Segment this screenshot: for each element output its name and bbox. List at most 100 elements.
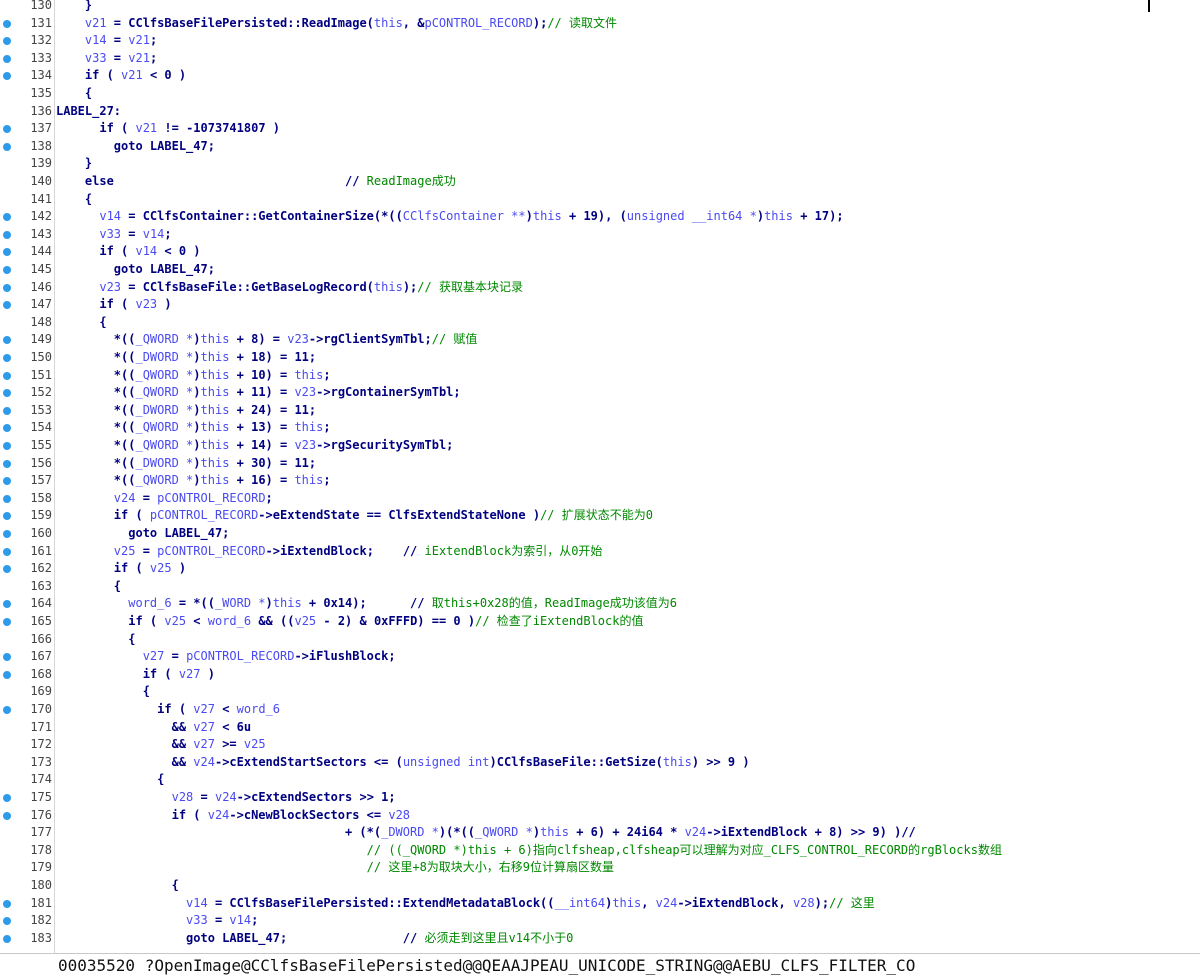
code-line[interactable]: 133 v33 = v21; [0, 50, 1200, 68]
code-line[interactable]: 149 *((_QWORD *)this + 8) = v23->rgClien… [0, 331, 1200, 349]
code-line[interactable]: 152 *((_QWORD *)this + 11) = v23->rgCont… [0, 384, 1200, 402]
breakpoint-dot-icon[interactable] [3, 424, 11, 433]
code-line[interactable]: 166 { [0, 631, 1200, 649]
breakpoint-dot-icon[interactable] [3, 248, 11, 257]
code-text: { [56, 578, 121, 596]
breakpoint-dot-icon[interactable] [3, 653, 11, 662]
line-number: 153 [30, 402, 52, 417]
breakpoint-dot-icon[interactable] [3, 230, 11, 239]
code-line[interactable]: 142 v14 = CClfsContainer::GetContainerSi… [0, 208, 1200, 226]
code-line[interactable]: 140 else // ReadImage成功 [0, 173, 1200, 191]
code-line[interactable]: 150 *((_DWORD *)this + 18) = 11; [0, 349, 1200, 367]
code-line[interactable]: 155 *((_QWORD *)this + 14) = v23->rgSecu… [0, 437, 1200, 455]
breakpoint-dot-icon[interactable] [3, 301, 11, 310]
breakpoint-dot-icon[interactable] [3, 899, 11, 908]
code-line[interactable]: 154 *((_QWORD *)this + 13) = this; [0, 419, 1200, 437]
code-line[interactable]: 137 if ( v21 != -1073741807 ) [0, 120, 1200, 138]
breakpoint-dot-icon[interactable] [3, 54, 11, 63]
breakpoint-dot-icon[interactable] [3, 600, 11, 609]
code-line[interactable]: 159 if ( pCONTROL_RECORD->eExtendState =… [0, 507, 1200, 525]
code-line[interactable]: 161 v25 = pCONTROL_RECORD->iExtendBlock;… [0, 543, 1200, 561]
code-line[interactable]: 176 if ( v24->cNewBlockSectors <= v28 [0, 807, 1200, 825]
code-line[interactable]: 179 // 这里+8为取块大小，右移9位计算扇区数量 [0, 859, 1200, 877]
breakpoint-dot-icon[interactable] [3, 442, 11, 450]
code-line[interactable]: 180 { [0, 877, 1200, 895]
breakpoint-dot-icon[interactable] [3, 125, 11, 134]
code-line[interactable]: 168 if ( v27 ) [0, 666, 1200, 684]
breakpoint-dot-icon[interactable] [3, 794, 11, 802]
breakpoint-dot-icon[interactable] [3, 512, 11, 521]
breakpoint-dot-icon[interactable] [3, 706, 11, 714]
breakpoint-dot-icon[interactable] [3, 547, 11, 556]
breakpoint-dot-icon[interactable] [3, 670, 11, 679]
code-line[interactable]: 163 { [0, 578, 1200, 596]
code-line[interactable]: 141 { [0, 191, 1200, 209]
code-line[interactable]: 138 goto LABEL_47; [0, 138, 1200, 156]
code-identifier: unsigned __int64 * [626, 209, 757, 224]
code-line[interactable]: 157 *((_QWORD *)this + 16) = this; [0, 472, 1200, 490]
breakpoint-dot-icon[interactable] [3, 336, 11, 345]
code-text: v21 = CClfsBaseFilePersisted::ReadImage(… [56, 15, 617, 33]
code-line[interactable]: 131 v21 = CClfsBaseFilePersisted::ReadIm… [0, 15, 1200, 33]
code-token: ; [164, 226, 172, 241]
breakpoint-dot-icon[interactable] [3, 37, 11, 46]
code-line[interactable]: 148 { [0, 314, 1200, 332]
breakpoint-dot-icon[interactable] [3, 530, 11, 538]
breakpoint-dot-icon[interactable] [3, 917, 11, 926]
code-line[interactable]: 177 + (*(_DWORD *)(*((_QWORD *)this + 6)… [0, 824, 1200, 842]
code-line[interactable]: 181 v14 = CClfsBaseFilePersisted::Extend… [0, 895, 1200, 913]
breakpoint-dot-icon[interactable] [3, 354, 11, 362]
breakpoint-dot-icon[interactable] [3, 618, 11, 626]
code-line[interactable]: 175 v28 = v24->cExtendSectors >> 1; [0, 789, 1200, 807]
line-number: 133 [30, 50, 52, 65]
breakpoint-dot-icon[interactable] [3, 477, 11, 486]
code-line[interactable]: 145 goto LABEL_47; [0, 261, 1200, 279]
code-line[interactable]: 156 *((_DWORD *)this + 30) = 11; [0, 455, 1200, 473]
breakpoint-dot-icon[interactable] [3, 389, 11, 398]
breakpoint-dot-icon[interactable] [3, 811, 11, 820]
code-line[interactable]: 130 } [0, 0, 1200, 15]
breakpoint-dot-icon[interactable] [3, 494, 11, 503]
code-line[interactable]: 178 // ((_QWORD *)this + 6)指向clfsheap,cl… [0, 842, 1200, 860]
breakpoint-dot-icon[interactable] [3, 142, 11, 151]
breakpoint-dot-icon[interactable] [3, 19, 11, 28]
breakpoint-dot-icon[interactable] [3, 934, 11, 943]
code-line[interactable]: 183 goto LABEL_47; // 必须走到这里且v14不小于0 [0, 930, 1200, 948]
breakpoint-dot-icon[interactable] [3, 266, 11, 274]
code-line[interactable]: 173 && v24->cExtendStartSectors <= (unsi… [0, 754, 1200, 772]
breakpoint-dot-icon[interactable] [3, 371, 11, 380]
code-line[interactable]: 147 if ( v23 ) [0, 296, 1200, 314]
code-line[interactable]: 143 v33 = v14; [0, 226, 1200, 244]
code-token: if ( [56, 702, 194, 716]
code-line[interactable]: 136 LABEL_27: [0, 103, 1200, 121]
code-line[interactable]: 182 v33 = v14; [0, 912, 1200, 930]
breakpoint-dot-icon[interactable] [3, 72, 11, 81]
breakpoint-dot-icon[interactable] [3, 213, 11, 222]
code-line[interactable]: 134 if ( v21 < 0 ) [0, 67, 1200, 85]
code-line[interactable]: 151 *((_QWORD *)this + 10) = this; [0, 367, 1200, 385]
breakpoint-dot-icon[interactable] [3, 406, 11, 415]
code-line[interactable]: 174 { [0, 771, 1200, 789]
code-line[interactable]: 132 v14 = v21; [0, 32, 1200, 50]
code-line[interactable]: 144 if ( v14 < 0 ) [0, 243, 1200, 261]
code-line[interactable]: 172 && v27 >= v25 [0, 736, 1200, 754]
pseudocode-editor[interactable]: 130 } 131 v21 = CClfsBaseFilePersisted::R… [0, 0, 1200, 953]
code-line[interactable]: 165 if ( v25 < word_6 && ((v25 - 2) & 0x… [0, 613, 1200, 631]
code-token: ; [323, 420, 331, 435]
code-identifier: pCONTROL_RECORD [149, 508, 259, 523]
breakpoint-dot-icon[interactable] [3, 459, 11, 468]
code-line[interactable]: 139 } [0, 155, 1200, 173]
code-line[interactable]: 170 if ( v27 < word_6 [0, 701, 1200, 719]
code-line[interactable]: 171 && v27 < 6u [0, 719, 1200, 737]
code-line[interactable]: 164 word_6 = *((_WORD *)this + 0x14); //… [0, 595, 1200, 613]
breakpoint-dot-icon[interactable] [3, 565, 11, 574]
code-line[interactable]: 146 v23 = CClfsBaseFile::GetBaseLogRecor… [0, 279, 1200, 297]
code-line[interactable]: 169 { [0, 683, 1200, 701]
code-line[interactable]: 162 if ( v25 ) [0, 560, 1200, 578]
code-line[interactable]: 135 { [0, 85, 1200, 103]
breakpoint-dot-icon[interactable] [3, 283, 11, 292]
code-line[interactable]: 158 v24 = pCONTROL_RECORD; [0, 490, 1200, 508]
code-line[interactable]: 153 *((_DWORD *)this + 24) = 11; [0, 402, 1200, 420]
code-line[interactable]: 167 v27 = pCONTROL_RECORD->iFlushBlock; [0, 648, 1200, 666]
code-line[interactable]: 160 goto LABEL_47; [0, 525, 1200, 543]
